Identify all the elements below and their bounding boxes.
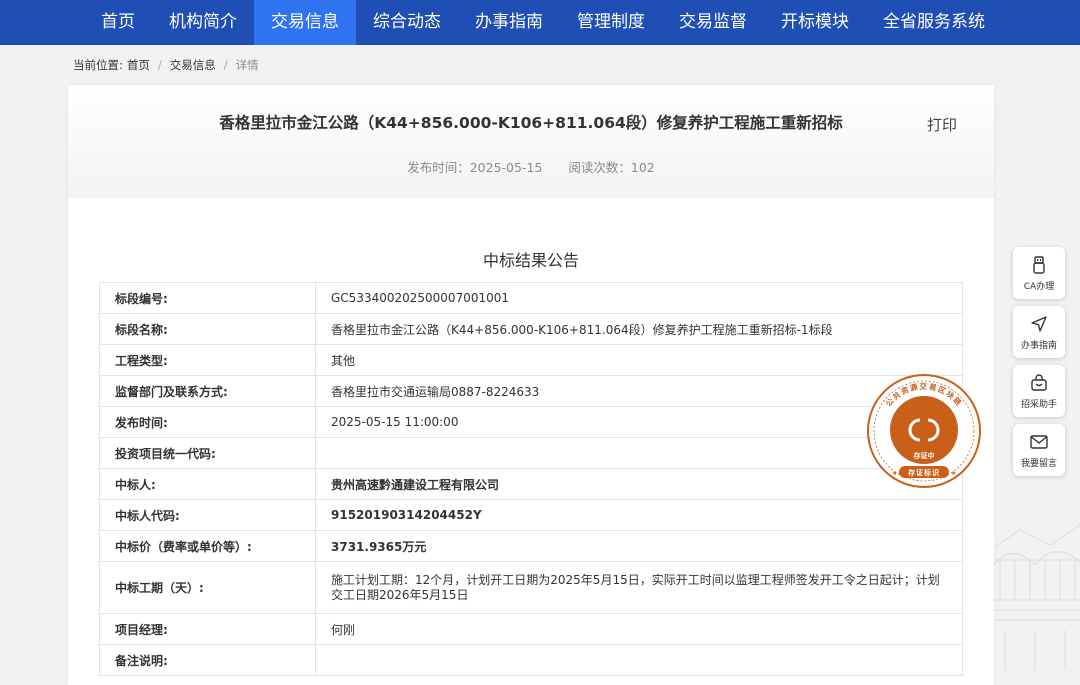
procurement-assistant-button[interactable]: 招采助手 xyxy=(1013,365,1065,417)
nav-item-home[interactable]: 首页 xyxy=(84,0,152,45)
table-row: 监督部门及联系方式: 香格里拉市交通运输局0887-8224633 xyxy=(99,375,963,407)
row-value: GC533400202500007001001 xyxy=(315,282,963,314)
row-label: 备注说明: xyxy=(99,644,316,676)
send-arrow-icon xyxy=(1031,315,1047,332)
nav-item-about[interactable]: 机构简介 xyxy=(152,0,254,45)
table-row: 中标工期（天）: 施工计划工期：12个月，计划开工日期为2025年5月15日，实… xyxy=(99,561,963,614)
nav-item-news[interactable]: 综合动态 xyxy=(356,0,458,45)
tool-label: 招采助手 xyxy=(1020,399,1057,410)
row-value: 何刚 xyxy=(315,613,963,645)
top-nav: 首页 机构简介 交易信息 综合动态 办事指南 管理制度 交易监督 开标模块 全省… xyxy=(0,0,1080,45)
breadcrumb-separator: / xyxy=(157,58,162,72)
svg-text:★: ★ xyxy=(892,470,897,477)
shopping-basket-icon xyxy=(1031,373,1047,391)
row-value: 3731.9365万元 xyxy=(315,530,963,562)
row-label: 中标人: xyxy=(99,468,316,500)
table-row: 标段名称: 香格里拉市金江公路（K44+856.000-K106+811.064… xyxy=(99,313,963,345)
detail-card: 香格里拉市金江公路（K44+856.000-K106+811.064段）修复养护… xyxy=(68,85,994,685)
nav-item-guide[interactable]: 办事指南 xyxy=(458,0,560,45)
read-count: 阅读次数：102 xyxy=(568,160,655,175)
row-label: 监督部门及联系方式: xyxy=(99,375,316,407)
table-row: 发布时间: 2025-05-15 11:00:00 xyxy=(99,406,963,438)
usb-key-icon xyxy=(1033,255,1045,274)
table-row: 中标人: 贵州高速黔通建设工程有限公司 xyxy=(99,468,963,500)
article-title: 香格里拉市金江公路（K44+856.000-K106+811.064段）修复养护… xyxy=(219,114,843,132)
row-label: 标段编号: xyxy=(99,282,316,314)
breadcrumb-trade-info-link[interactable]: 交易信息 xyxy=(170,57,216,73)
tool-label: 办事指南 xyxy=(1020,340,1057,351)
article-meta: 发布时间：2025-05-15 阅读次数：102 xyxy=(68,157,994,176)
table-row: 工程类型: 其他 xyxy=(99,344,963,376)
nav-item-province-services[interactable]: 全省服务系统 xyxy=(866,0,1002,45)
publish-time: 发布时间：2025-05-15 xyxy=(407,160,543,175)
row-label: 标段名称: xyxy=(99,313,316,345)
print-button[interactable]: 打印 xyxy=(927,114,957,135)
svg-text:★: ★ xyxy=(951,470,956,477)
leave-message-button[interactable]: 我要留言 xyxy=(1013,424,1065,476)
nav-item-trade-info[interactable]: 交易信息 xyxy=(254,0,356,45)
seal-status: 存证中 xyxy=(914,451,935,460)
table-row: 中标价（费率或单价等）: 3731.9365万元 xyxy=(99,530,963,562)
breadcrumb-home-link[interactable]: 首页 xyxy=(127,57,150,73)
article-header: 香格里拉市金江公路（K44+856.000-K106+811.064段）修复养护… xyxy=(68,85,994,198)
mail-icon xyxy=(1030,434,1048,449)
table-row: 标段编号: GC533400202500007001001 xyxy=(99,282,963,314)
table-row: 项目经理: 何刚 xyxy=(99,613,963,645)
row-label: 发布时间: xyxy=(99,406,316,438)
service-guide-button[interactable]: 办事指南 xyxy=(1013,306,1065,358)
row-label: 中标价（费率或单价等）: xyxy=(99,530,316,562)
row-value: 91520190314204452Y xyxy=(315,499,963,531)
row-label: 工程类型: xyxy=(99,344,316,376)
row-label: 中标人代码: xyxy=(99,499,316,531)
tool-label: 我要留言 xyxy=(1020,458,1057,469)
award-info-table: 标段编号: GC533400202500007001001 标段名称: 香格里拉… xyxy=(99,282,963,676)
breadcrumb-current: 详情 xyxy=(235,58,259,72)
background-building-illustration xyxy=(990,524,1080,670)
nav-item-supervision[interactable]: 交易监督 xyxy=(662,0,764,45)
row-label: 项目经理: xyxy=(99,613,316,645)
breadcrumb-prefix: 当前位置: xyxy=(73,58,123,72)
notice-title: 中标结果公告 xyxy=(482,251,579,270)
breadcrumb-separator: / xyxy=(223,58,228,72)
seal-bottom-text: 存证标识 xyxy=(908,468,940,477)
table-row: 备注说明: xyxy=(99,644,963,676)
row-value: 施工计划工期：12个月，计划开工日期为2025年5月15日，实际开工时间以监理工… xyxy=(315,561,963,614)
row-label: 中标工期（天）: xyxy=(99,561,316,614)
row-value: 香格里拉市金江公路（K44+856.000-K106+811.064段）修复养护… xyxy=(315,313,963,345)
blockchain-evidence-seal: 公共资源交易区块链 存证中 存证标识 ★ ★ xyxy=(867,374,981,488)
table-row: 投资项目统一代码: xyxy=(99,437,963,469)
breadcrumb: 当前位置: 首页 / 交易信息 / 详情 xyxy=(73,57,259,73)
ca-service-button[interactable]: CA办理 xyxy=(1013,247,1065,299)
row-value xyxy=(315,644,963,676)
table-row: 中标人代码: 91520190314204452Y xyxy=(99,499,963,531)
nav-item-bid-opening[interactable]: 开标模块 xyxy=(764,0,866,45)
row-value: 其他 xyxy=(315,344,963,376)
row-label: 投资项目统一代码: xyxy=(99,437,316,469)
tool-label: CA办理 xyxy=(1023,281,1055,292)
floating-toolbar: CA办理 办事指南 招采助手 我要留言 xyxy=(1013,247,1065,483)
nav-item-rules[interactable]: 管理制度 xyxy=(560,0,662,45)
